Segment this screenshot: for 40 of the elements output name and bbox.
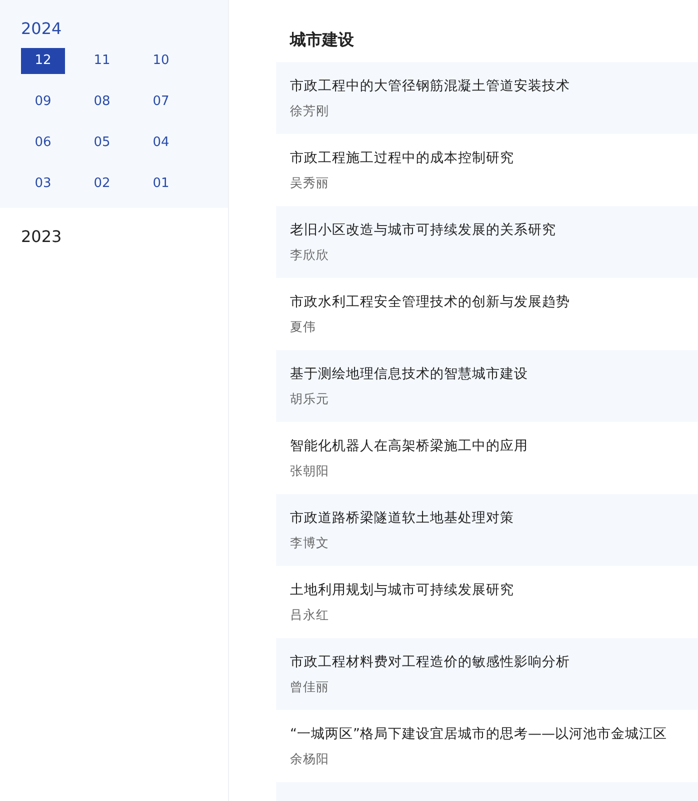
article-card[interactable]: 市政工程中的大管径钢筋混凝土管道安装技术 徐芳刚	[276, 62, 698, 134]
month-link[interactable]: 06	[21, 130, 65, 156]
month-link[interactable]: 04	[139, 130, 183, 156]
article-title[interactable]: 市政工程施工过程中的成本控制研究	[290, 148, 698, 168]
article-author: 胡乐元	[290, 390, 330, 408]
month-link[interactable]: 07	[139, 89, 183, 115]
month-link[interactable]: 02	[80, 171, 124, 197]
article-author: 余杨阳	[290, 750, 330, 768]
month-link[interactable]: 10	[139, 48, 183, 74]
article-card[interactable]: 老旧小区改造与城市可持续发展的关系研究 李欣欣	[276, 206, 698, 278]
section-heading: 城市建设	[290, 29, 355, 51]
article-title[interactable]: 老旧小区改造与城市可持续发展的关系研究	[290, 220, 698, 240]
article-author: 吕永红	[290, 606, 330, 624]
article-author: 李博文	[290, 534, 330, 552]
year-link[interactable]: 2023	[21, 226, 228, 248]
article-title[interactable]: 市政工程材料费对工程造价的敏感性影响分析	[290, 652, 698, 672]
article-title[interactable]: 基于测绘地理信息技术的智慧城市建设	[290, 364, 698, 384]
article-author: 徐芳刚	[290, 102, 330, 120]
article-card[interactable]: 基于测绘地理信息技术的智慧城市建设 胡乐元	[276, 350, 698, 422]
month-link[interactable]: 05	[80, 130, 124, 156]
article-author: 李欣欣	[290, 246, 330, 264]
month-link[interactable]: 01	[139, 171, 183, 197]
article-card[interactable]: 市政道路桥梁隧道软土地基处理对策 李博文	[276, 494, 698, 566]
year-link[interactable]: 2024	[21, 18, 228, 40]
month-link[interactable]: 03	[21, 171, 65, 197]
article-title[interactable]: “一城两区”格局下建设宜居城市的思考——以河池市金城江区	[290, 724, 698, 744]
month-link[interactable]: 12	[21, 48, 65, 74]
article-title[interactable]: 市政道路桥梁隧道软土地基处理对策	[290, 508, 698, 528]
article-title[interactable]: 市政水利工程安全管理技术的创新与发展趋势	[290, 292, 698, 312]
article-author: 张朝阳	[290, 462, 330, 480]
month-link[interactable]: 08	[80, 89, 124, 115]
article-title[interactable]: 智能化机器人在高架桥梁施工中的应用	[290, 436, 698, 456]
article-title[interactable]: 市政工程中的大管径钢筋混凝土管道安装技术	[290, 76, 698, 96]
article-author: 吴秀丽	[290, 174, 330, 192]
article-card[interactable]: 市政工程材料费对工程造价的敏感性影响分析 曾佳丽	[276, 638, 698, 710]
article-author: 夏伟	[290, 318, 317, 336]
article-author: 曾佳丽	[290, 678, 330, 696]
month-link[interactable]: 11	[80, 48, 124, 74]
month-link[interactable]: 09	[21, 89, 65, 115]
article-title[interactable]: 土地利用规划与城市可持续发展研究	[290, 580, 698, 600]
